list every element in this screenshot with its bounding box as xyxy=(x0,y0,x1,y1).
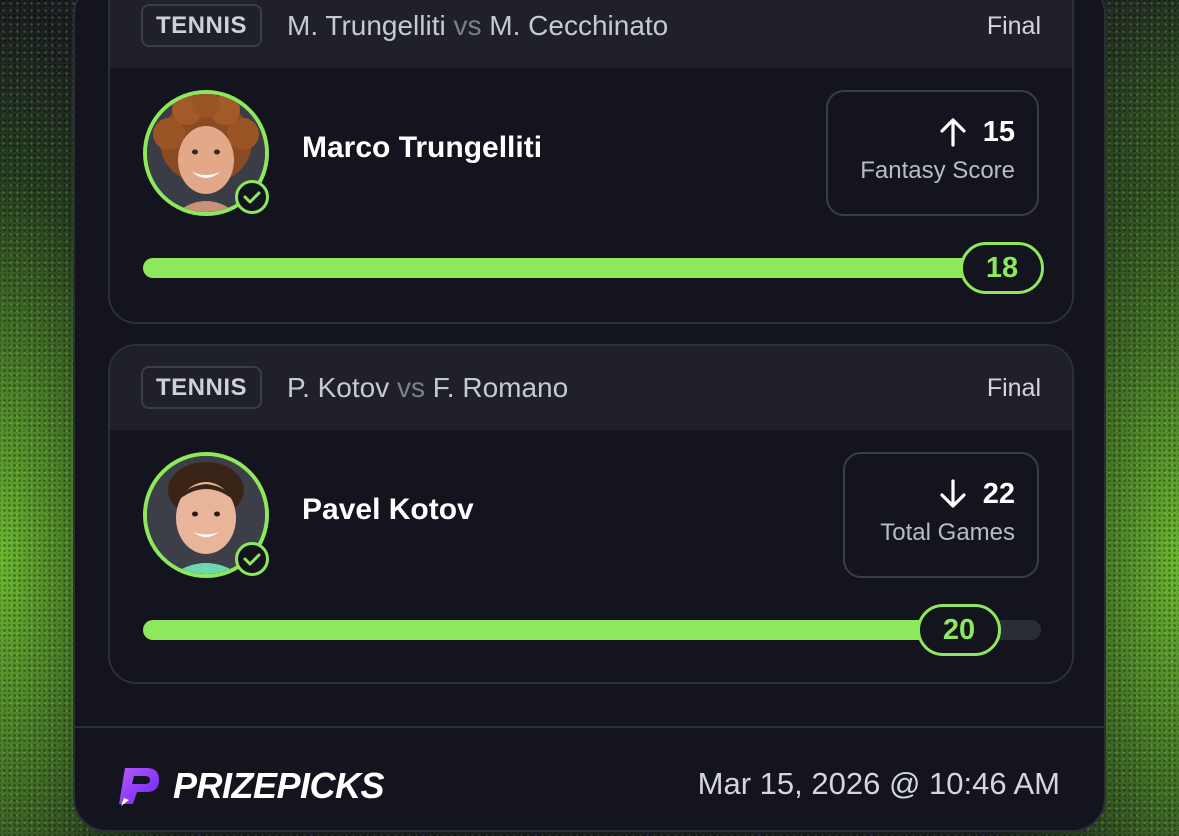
progress-fill xyxy=(143,620,959,640)
arrow-down-icon xyxy=(940,479,966,508)
player-avatar xyxy=(143,90,269,216)
pick-card[interactable]: TENNIS M. Trungelliti vs M. Cecchinato F… xyxy=(108,0,1074,324)
matchup: M. Trungelliti vs M. Cecchinato xyxy=(287,8,668,44)
check-circle-icon xyxy=(235,542,269,576)
pick-header: TENNIS M. Trungelliti vs M. Cecchinato F… xyxy=(110,0,1072,68)
pick-card[interactable]: TENNIS P. Kotov vs F. Romano Final Pavel… xyxy=(108,344,1074,684)
matchup-vs: vs xyxy=(397,372,426,403)
player-name: Pavel Kotov xyxy=(302,493,474,526)
timestamp: Mar 15, 2026 @ 10:46 AM xyxy=(697,766,1060,801)
matchup-player-a: P. Kotov xyxy=(287,372,390,403)
projection-line: 15 xyxy=(982,116,1015,148)
game-status: Final xyxy=(986,12,1041,40)
projection-box: 15 Fantasy Score xyxy=(826,90,1039,216)
matchup-player-a: M. Trungelliti xyxy=(287,10,446,41)
matchup-vs: vs xyxy=(453,10,482,41)
arrow-up-icon xyxy=(940,118,966,147)
brand: PRIZEPICKS xyxy=(117,764,385,808)
stat-type: Total Games xyxy=(880,519,1015,546)
result-value: 18 xyxy=(960,242,1044,294)
game-status: Final xyxy=(986,374,1041,402)
check-circle-icon xyxy=(235,180,269,214)
result-value: 20 xyxy=(917,604,1001,656)
footer-divider xyxy=(75,726,1104,728)
sport-badge: TENNIS xyxy=(141,366,263,409)
player-name: Marco Trungelliti xyxy=(302,131,543,164)
projection-line: 22 xyxy=(982,478,1015,510)
progress-fill xyxy=(143,258,1041,278)
matchup-player-b: M. Cecchinato xyxy=(489,10,669,41)
prizepicks-logo xyxy=(119,768,159,806)
player-avatar xyxy=(143,452,269,578)
pick-header: TENNIS P. Kotov vs F. Romano Final xyxy=(110,346,1072,430)
lineup-card: TENNIS M. Trungelliti vs M. Cecchinato F… xyxy=(73,0,1106,832)
stat-type: Fantasy Score xyxy=(860,157,1015,184)
sport-badge: TENNIS xyxy=(141,4,263,47)
matchup-player-b: F. Romano xyxy=(432,372,569,403)
progress-track: 18 xyxy=(143,242,1044,294)
brand-name: PRIZEPICKS xyxy=(173,765,385,806)
matchup: P. Kotov vs F. Romano xyxy=(287,370,568,406)
progress-track: 20 xyxy=(143,604,1041,656)
projection-box: 22 Total Games xyxy=(843,452,1039,578)
